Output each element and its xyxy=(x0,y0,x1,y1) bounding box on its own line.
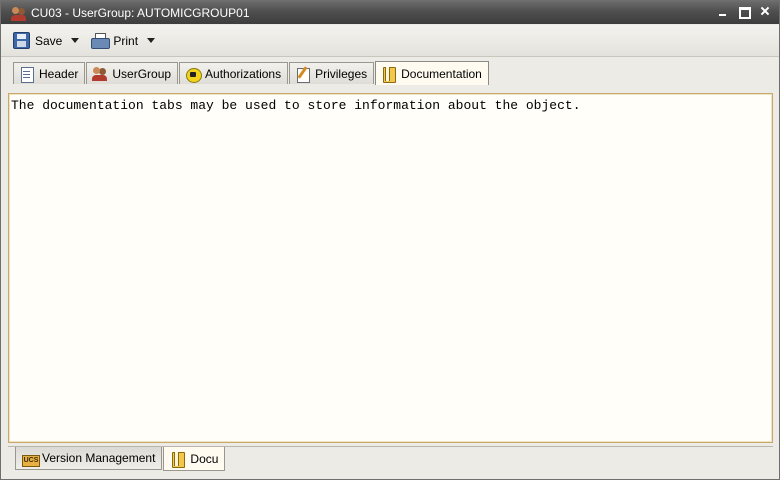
toolbar: Save Print xyxy=(1,25,779,57)
lock-icon xyxy=(185,66,203,83)
user-group-icon xyxy=(11,6,26,21)
window-controls xyxy=(717,5,771,19)
close-icon[interactable] xyxy=(759,5,771,18)
tab-documentation-label: Documentation xyxy=(401,66,482,81)
minimize-icon[interactable] xyxy=(717,5,729,18)
users-icon xyxy=(92,66,108,82)
window: CU03 - UserGroup: AUTOMICGROUP01 Save Pr… xyxy=(0,0,780,480)
tab-bar: Header UserGroup Authorizations Privileg… xyxy=(13,60,490,85)
tab-docu[interactable]: Docu xyxy=(163,447,226,471)
tab-documentation[interactable]: Documentation xyxy=(375,61,489,85)
documentation-icon xyxy=(381,66,397,83)
header-icon xyxy=(19,66,35,83)
tab-version-management[interactable]: Version Management xyxy=(15,447,163,470)
tab-header-label: Header xyxy=(39,66,79,81)
print-dropdown-arrow-icon[interactable] xyxy=(147,38,156,43)
maximize-icon[interactable] xyxy=(738,5,751,19)
save-disk-icon xyxy=(13,32,30,49)
tab-privileges[interactable]: Privileges xyxy=(289,62,375,84)
print-label: Print xyxy=(113,33,139,48)
tab-authorizations-label: Authorizations xyxy=(205,66,282,81)
save-button[interactable]: Save xyxy=(11,29,81,53)
save-dropdown-arrow-icon[interactable] xyxy=(71,38,80,43)
documentation-editor[interactable]: The documentation tabs may be used to st… xyxy=(8,93,773,443)
tab-authorizations[interactable]: Authorizations xyxy=(179,62,289,84)
bottom-tab-bar: Version Management Docu xyxy=(15,447,226,471)
privileges-icon xyxy=(295,66,311,83)
tab-docu-label: Docu xyxy=(190,451,219,466)
window-title: CU03 - UserGroup: AUTOMICGROUP01 xyxy=(31,5,250,20)
tab-version-management-label: Version Management xyxy=(42,451,156,465)
tab-usergroup-label: UserGroup xyxy=(112,66,172,81)
printer-icon xyxy=(91,32,111,49)
tab-header[interactable]: Header xyxy=(13,62,86,84)
tab-privileges-label: Privileges xyxy=(315,66,368,81)
title-bar[interactable]: CU03 - UserGroup: AUTOMICGROUP01 xyxy=(1,1,779,24)
print-button[interactable]: Print xyxy=(89,29,157,53)
documentation-icon xyxy=(170,451,186,468)
documentation-text[interactable]: The documentation tabs may be used to st… xyxy=(11,98,581,113)
ucs-icon xyxy=(22,450,40,467)
tab-usergroup[interactable]: UserGroup xyxy=(86,62,179,84)
save-label: Save xyxy=(35,33,63,48)
